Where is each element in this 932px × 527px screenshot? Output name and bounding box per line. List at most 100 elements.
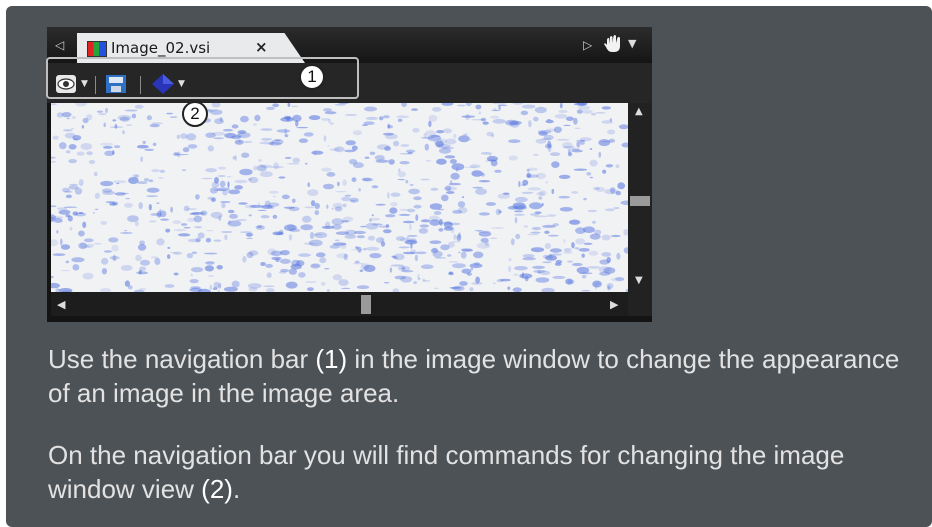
microscope-image — [51, 103, 628, 292]
stain-speck — [550, 152, 561, 156]
stain-speck — [527, 175, 533, 178]
stain-speck — [508, 139, 521, 144]
scroll-right-icon[interactable]: ▶ — [610, 298, 618, 311]
stain-speck — [571, 191, 579, 194]
stain-speck — [236, 219, 247, 221]
tab-close-icon[interactable]: × — [255, 38, 268, 56]
stain-speck — [120, 232, 133, 234]
stain-speck — [240, 115, 249, 123]
scroll-tabs-right-icon[interactable]: ▷ — [583, 38, 592, 52]
stain-speck — [98, 113, 107, 116]
scroll-down-icon[interactable]: ▼ — [635, 275, 643, 286]
stain-speck — [451, 163, 465, 171]
stain-speck — [183, 205, 190, 212]
stain-speck — [352, 130, 362, 136]
stain-speck — [480, 152, 493, 155]
image-file-icon — [87, 41, 107, 57]
stain-speck — [65, 194, 72, 199]
stain-speck — [114, 123, 118, 129]
stain-speck — [567, 279, 575, 285]
horizontal-scrollbar[interactable]: ◀ ▶ — [51, 292, 628, 316]
stain-speck — [448, 182, 462, 186]
stain-speck — [608, 138, 615, 143]
horizontal-scroll-thumb[interactable] — [361, 295, 371, 314]
stain-speck — [342, 203, 347, 208]
stain-speck — [221, 231, 233, 233]
stain-speck — [330, 122, 334, 125]
stain-speck — [323, 108, 333, 112]
callout-2-badge: 2 — [182, 101, 208, 127]
stain-speck — [156, 238, 165, 246]
stain-speck — [568, 219, 581, 225]
stain-speck — [358, 188, 361, 192]
stain-speck — [257, 209, 267, 211]
stain-speck — [164, 284, 175, 288]
scroll-tabs-left-icon[interactable]: ◁ — [55, 38, 69, 52]
stain-speck — [371, 214, 374, 217]
stain-speck — [370, 217, 381, 221]
stain-speck — [94, 208, 99, 210]
stain-speck — [207, 145, 214, 152]
stain-speck — [242, 256, 247, 263]
vertical-scrollbar[interactable]: ▲ ▼ — [628, 103, 652, 292]
stain-speck — [438, 148, 452, 154]
stain-speck — [420, 178, 431, 181]
stain-speck — [70, 127, 74, 130]
stain-speck — [298, 138, 308, 143]
stain-speck — [323, 135, 327, 142]
stain-speck — [160, 218, 170, 221]
vertical-scroll-thumb[interactable] — [630, 196, 650, 206]
stain-speck — [350, 200, 356, 202]
stain-speck — [287, 162, 300, 165]
stain-speck — [308, 115, 321, 121]
stain-speck — [598, 151, 602, 158]
stain-speck — [74, 187, 83, 195]
stain-speck — [271, 256, 282, 261]
stain-speck — [253, 165, 258, 171]
stain-speck — [239, 168, 253, 176]
stain-speck — [424, 143, 429, 151]
stain-speck — [195, 194, 200, 200]
stain-speck — [51, 103, 57, 106]
stain-speck — [567, 152, 573, 157]
scroll-left-icon[interactable]: ◀ — [57, 298, 65, 311]
stain-speck — [356, 285, 370, 290]
stain-speck — [310, 263, 322, 268]
stain-speck — [417, 274, 420, 281]
stain-speck — [272, 195, 276, 198]
stain-speck — [104, 150, 115, 156]
stain-speck — [92, 212, 96, 214]
stain-speck — [363, 264, 376, 272]
stain-speck — [523, 225, 529, 228]
scroll-up-icon[interactable]: ▲ — [635, 106, 643, 117]
stain-speck — [341, 287, 351, 289]
stain-speck — [100, 220, 108, 225]
stain-speck — [449, 159, 457, 164]
stain-speck — [276, 129, 291, 133]
stain-speck — [61, 187, 71, 193]
stain-speck — [452, 210, 463, 214]
stain-speck — [563, 124, 571, 126]
stain-speck — [422, 278, 426, 282]
stain-speck — [189, 212, 195, 215]
stain-speck — [304, 206, 315, 209]
stain-speck — [209, 284, 212, 290]
stain-speck — [509, 121, 520, 128]
stain-speck — [351, 177, 357, 183]
stain-speck — [408, 238, 417, 244]
stain-speck — [334, 103, 347, 106]
stain-speck — [461, 249, 474, 252]
stain-speck — [148, 204, 152, 211]
stain-speck — [413, 281, 418, 285]
stain-speck — [112, 119, 117, 122]
image-area[interactable] — [51, 103, 628, 292]
hand-tool-icon[interactable] — [603, 35, 625, 53]
stain-speck — [309, 231, 315, 240]
stain-speck — [583, 242, 593, 245]
stain-speck — [72, 264, 80, 271]
hand-tool-dropdown-icon[interactable]: ▼ — [628, 37, 636, 50]
stain-speck — [300, 224, 313, 231]
stain-speck — [362, 177, 374, 182]
stain-speck — [150, 256, 159, 259]
stain-speck — [531, 226, 542, 231]
